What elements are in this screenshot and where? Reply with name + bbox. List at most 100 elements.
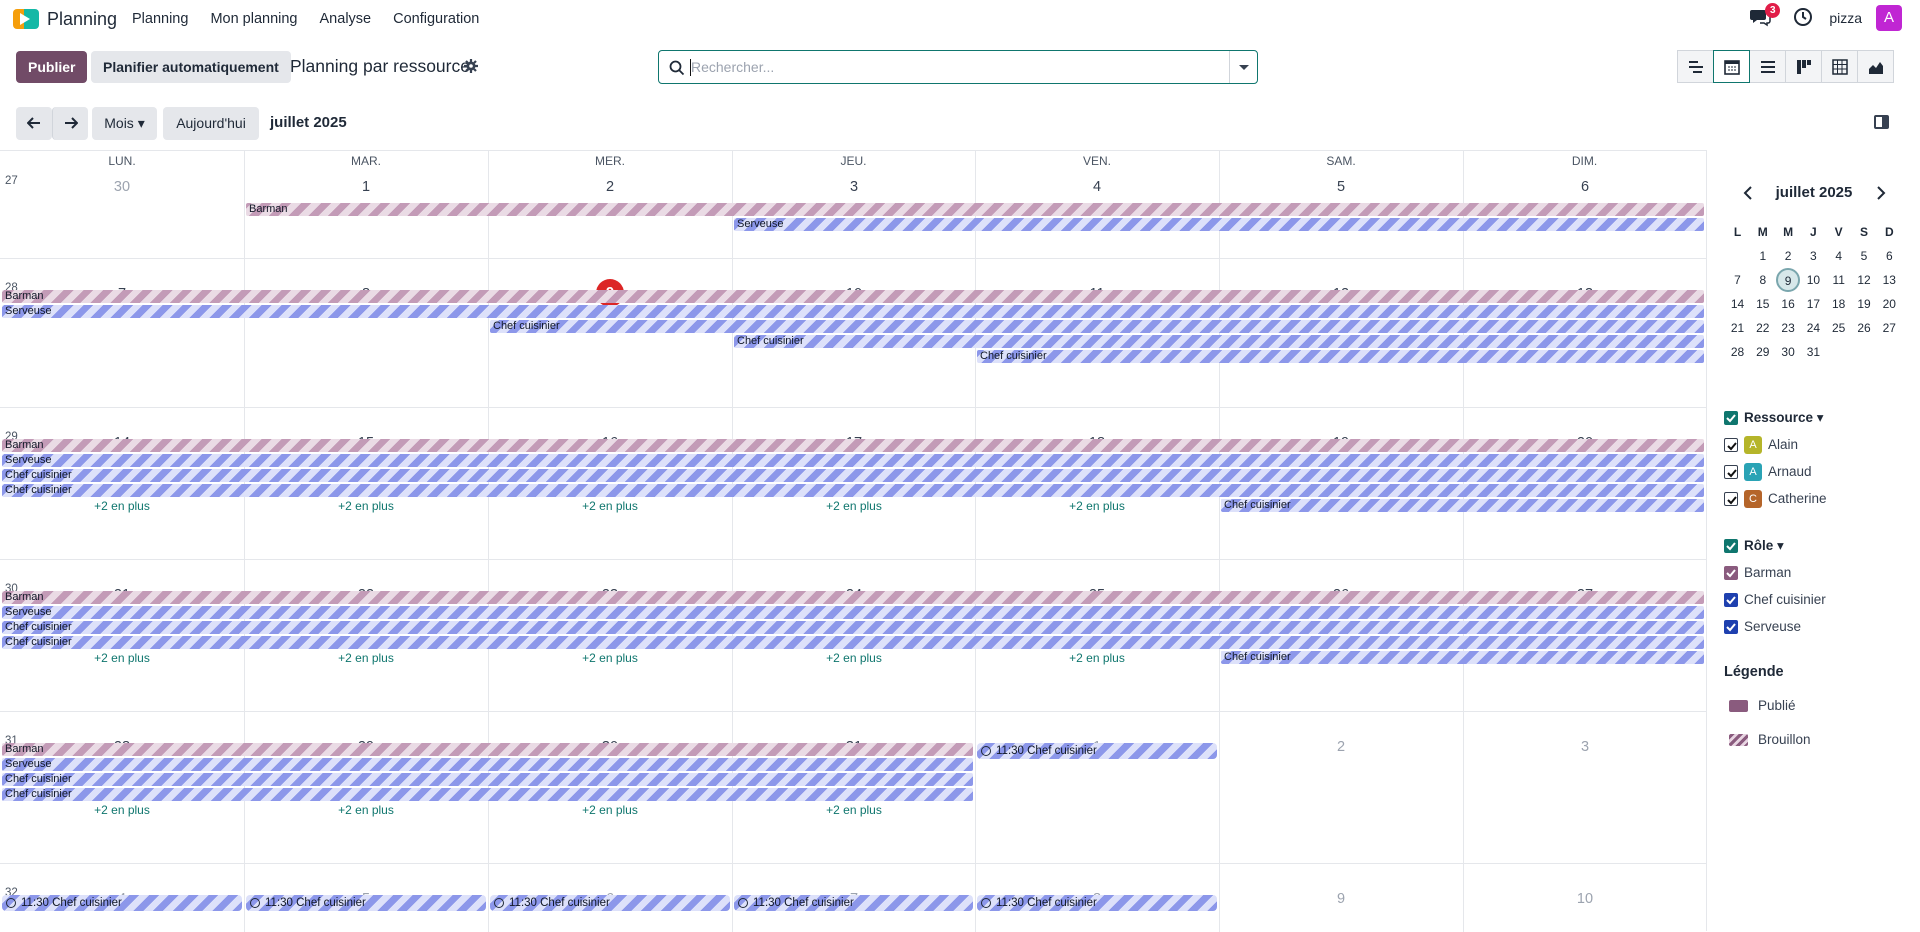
sidebar-toggle-icon[interactable] [1874,115,1889,129]
mini-day[interactable]: 25 [1826,316,1851,340]
resource-checkbox[interactable] [1724,438,1738,452]
shift-event[interactable]: Chef cuisinier [2,773,973,786]
day-number[interactable]: 2 [488,179,732,195]
role-label[interactable]: Chef cuisinier [1744,592,1826,607]
pivot-view-button[interactable] [1821,50,1858,83]
mini-day[interactable]: 20 [1877,292,1902,316]
menu-configuration[interactable]: Configuration [393,11,479,27]
shift-event[interactable]: Chef cuisinier [2,788,973,801]
mini-day[interactable]: 11 [1826,268,1851,292]
shift-event[interactable]: 11:30 Chef cuisinier [977,743,1217,759]
role-filter-title[interactable]: Rôle ▾ [1744,538,1784,554]
kanban-view-button[interactable] [1785,50,1822,83]
messages-icon[interactable]: 3 [1749,3,1781,30]
day-number[interactable]: 10 [1463,891,1707,907]
mini-day[interactable]: 15 [1750,292,1775,316]
more-events-link[interactable]: +2 en plus [0,651,244,665]
day-number[interactable]: 5 [1219,179,1463,195]
shift-event[interactable]: Chef cuisinier [2,621,1704,634]
day-number[interactable]: 9 [1219,891,1463,907]
resource-checkbox[interactable] [1724,492,1738,506]
role-checkbox[interactable] [1724,566,1738,580]
shift-event[interactable]: Chef cuisinier [2,469,1704,482]
shift-event[interactable]: Serveuse [2,305,1704,318]
role-checkbox[interactable] [1724,593,1738,607]
shift-event[interactable]: Barman [246,203,1704,216]
shift-event[interactable]: Chef cuisinier [2,636,1704,649]
mini-day[interactable]: 5 [1852,244,1877,268]
today-button[interactable]: Aujourd'hui [163,107,259,140]
day-number[interactable]: 2 [1219,739,1463,755]
resource-filter-title[interactable]: Ressource ▾ [1744,410,1824,426]
gantt-view-button[interactable] [1677,50,1714,83]
mini-day[interactable]: 21 [1725,316,1750,340]
shift-event[interactable]: 11:30 Chef cuisinier [977,895,1217,911]
shift-event[interactable]: Chef cuisinier [1221,651,1704,664]
scale-dropdown[interactable]: Mois ▾ [92,107,157,140]
shift-event[interactable]: 11:30 Chef cuisinier [2,895,242,911]
company-switcher[interactable]: pizza [1829,10,1862,26]
more-events-link[interactable]: +2 en plus [488,803,732,817]
more-events-link[interactable]: +2 en plus [732,803,976,817]
menu-planning[interactable]: Planning [132,11,188,27]
resource-checkbox[interactable] [1724,465,1738,479]
graph-view-button[interactable] [1857,50,1894,83]
shift-event[interactable]: Chef cuisinier [977,350,1704,363]
shift-event[interactable]: Serveuse [2,454,1704,467]
previous-button[interactable] [16,107,52,140]
mini-day[interactable]: 22 [1750,316,1775,340]
shift-event[interactable]: 11:30 Chef cuisinier [246,895,486,911]
day-number[interactable]: 30 [0,179,244,195]
shift-event[interactable]: 11:30 Chef cuisinier [490,895,730,911]
shift-event[interactable]: Barman [2,743,973,756]
shift-event[interactable]: Chef cuisinier [2,484,1704,497]
mini-day[interactable]: 17 [1801,292,1826,316]
mini-day[interactable]: 16 [1776,292,1801,316]
mini-day[interactable]: 8 [1750,268,1775,292]
mini-day[interactable]: 13 [1877,268,1902,292]
day-number[interactable]: 3 [732,179,976,195]
resource-label[interactable]: Arnaud [1768,464,1812,479]
more-events-link[interactable]: +2 en plus [488,499,732,513]
shift-event[interactable]: Chef cuisinier [1221,499,1704,512]
day-number[interactable]: 3 [1463,739,1707,755]
role-group-checkbox[interactable] [1724,539,1738,553]
more-events-link[interactable]: +2 en plus [244,803,488,817]
mini-day[interactable]: 27 [1877,316,1902,340]
mini-day[interactable]: 7 [1725,268,1750,292]
resource-group-checkbox[interactable] [1724,411,1738,425]
day-number[interactable]: 6 [1463,179,1707,195]
resource-label[interactable]: Catherine [1768,491,1827,506]
mini-day[interactable]: 6 [1877,244,1902,268]
role-label[interactable]: Barman [1744,565,1791,580]
shift-event[interactable]: Serveuse [734,218,1704,231]
mini-day[interactable]: 26 [1852,316,1877,340]
shift-event[interactable]: Chef cuisinier [734,335,1704,348]
list-view-button[interactable] [1749,50,1786,83]
mini-day[interactable]: 2 [1776,244,1801,268]
menu-mon-planning[interactable]: Mon planning [210,11,297,27]
more-events-link[interactable]: +2 en plus [244,499,488,513]
mini-day[interactable]: 19 [1852,292,1877,316]
gear-icon[interactable] [464,59,478,73]
more-events-link[interactable]: +2 en plus [975,651,1219,665]
mini-day[interactable]: 4 [1826,244,1851,268]
search-input[interactable]: Rechercher... [691,59,774,75]
more-events-link[interactable]: +2 en plus [732,651,976,665]
planning-app-icon[interactable] [13,9,39,29]
more-events-link[interactable]: +2 en plus [0,499,244,513]
more-events-link[interactable]: +2 en plus [244,651,488,665]
day-number[interactable]: 1 [244,179,488,195]
mini-day[interactable]: 10 [1801,268,1826,292]
mini-day[interactable]: 29 [1750,340,1775,364]
more-events-link[interactable]: +2 en plus [0,803,244,817]
auto-plan-button[interactable]: Planifier automatiquement [91,51,291,83]
more-events-link[interactable]: +2 en plus [488,651,732,665]
search-options-toggle[interactable] [1229,51,1257,83]
mini-day[interactable]: 1 [1750,244,1775,268]
shift-event[interactable]: 11:30 Chef cuisinier [734,895,973,911]
mini-day[interactable]: 12 [1852,268,1877,292]
user-avatar[interactable]: A [1876,5,1902,31]
shift-event[interactable]: Barman [2,591,1704,604]
mini-day[interactable]: 30 [1776,340,1801,364]
